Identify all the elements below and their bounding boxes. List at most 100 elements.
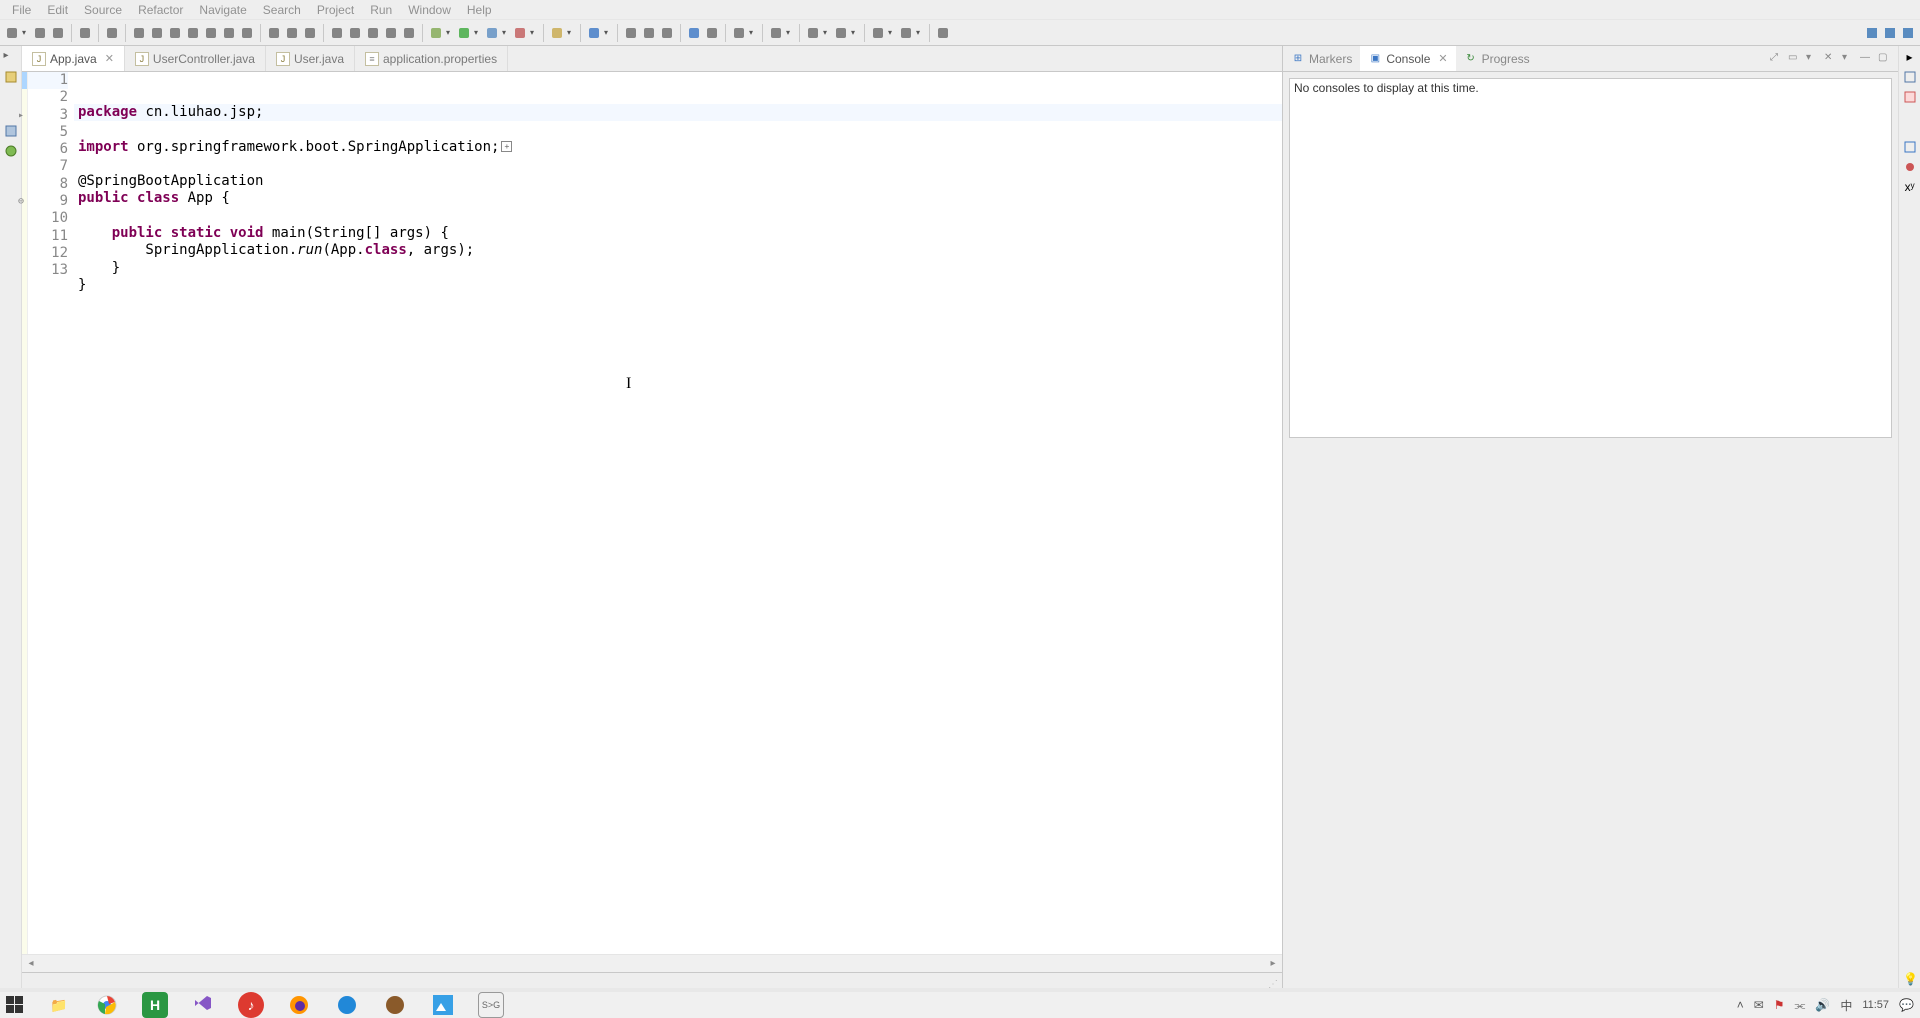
code-line[interactable]: } — [74, 260, 1282, 277]
runtoline-button[interactable] — [239, 25, 255, 41]
coverage-button[interactable] — [484, 25, 500, 41]
code-line[interactable]: public class App { — [74, 190, 1282, 207]
web-button[interactable] — [686, 25, 702, 41]
volume-icon[interactable]: 🔊 — [1815, 998, 1830, 1012]
code-line[interactable]: @SpringBootApplication — [74, 173, 1282, 190]
scroll-left-icon[interactable]: ◂ — [24, 958, 38, 969]
back-dropdown[interactable]: ▾ — [823, 27, 831, 39]
debug-button[interactable] — [428, 25, 444, 41]
stop-button[interactable] — [167, 25, 183, 41]
boot-dashboard-icon[interactable] — [4, 144, 18, 158]
app2-icon[interactable] — [382, 992, 408, 1018]
pin-icon[interactable]: ⤢ — [1770, 52, 1784, 66]
file-explorer-icon[interactable]: 📁 — [46, 992, 72, 1018]
dd-icon[interactable]: ▾ — [1806, 52, 1820, 66]
hbuilder-icon[interactable]: H — [142, 992, 168, 1018]
opentype-dropdown[interactable]: ▾ — [604, 27, 612, 39]
code-line[interactable] — [74, 208, 1282, 225]
code-line[interactable] — [74, 294, 1282, 311]
scroll-right-icon[interactable]: ▸ — [1266, 958, 1280, 969]
view-tab-markers[interactable]: ⊞Markers — [1283, 46, 1360, 71]
stepover-button[interactable] — [203, 25, 219, 41]
outline-icon[interactable] — [1903, 70, 1917, 84]
search2-button[interactable] — [659, 25, 675, 41]
tray-up-icon[interactable]: ˄ — [1737, 998, 1744, 1012]
code-line[interactable] — [74, 156, 1282, 173]
menu2-button[interactable] — [768, 25, 784, 41]
code-line[interactable]: import org.springframework.boot.SpringAp… — [74, 139, 1282, 156]
code-line[interactable]: } — [74, 277, 1282, 294]
tip-bulb-icon[interactable]: 💡 — [1903, 972, 1918, 986]
menu-run[interactable]: Run — [362, 1, 400, 19]
tb1-button[interactable] — [266, 25, 282, 41]
switch-button[interactable] — [935, 25, 951, 41]
step-button[interactable] — [185, 25, 201, 41]
outline2-icon[interactable] — [1903, 140, 1917, 154]
tb8-button[interactable] — [401, 25, 417, 41]
newpkg-button[interactable] — [549, 25, 565, 41]
editor-tab[interactable]: JApp.java✕ — [22, 46, 125, 71]
editor-tab[interactable]: JUserController.java — [125, 46, 266, 71]
run-dropdown[interactable]: ▾ — [474, 27, 482, 39]
minimize-view-icon[interactable]: ▸ — [1906, 50, 1912, 64]
save-button[interactable] — [32, 25, 48, 41]
forward2-button[interactable] — [898, 25, 914, 41]
resume-button[interactable] — [131, 25, 147, 41]
servers-icon[interactable] — [4, 124, 18, 138]
back2-button[interactable] — [870, 25, 886, 41]
code-editor[interactable]: 123▸56789⊖10111213 package cn.liuhao.jsp… — [22, 72, 1282, 954]
clock[interactable]: 11:57 — [1862, 999, 1889, 1011]
code-line[interactable]: SpringApplication.run(App.class, args); — [74, 242, 1282, 259]
opentype-button[interactable] — [586, 25, 602, 41]
task-list-icon[interactable] — [1903, 90, 1917, 104]
menu-source[interactable]: Source — [76, 1, 130, 19]
search-button[interactable] — [1864, 25, 1880, 41]
breakpoints-icon[interactable] — [1903, 160, 1917, 174]
firefox-icon[interactable] — [286, 992, 312, 1018]
forward-dropdown[interactable]: ▾ — [851, 27, 859, 39]
code-line[interactable]: package cn.liuhao.jsp; — [74, 104, 1282, 121]
menu-edit[interactable]: Edit — [39, 1, 76, 19]
netease-music-icon[interactable]: ♪ — [238, 992, 264, 1018]
coverage-dropdown[interactable]: ▾ — [502, 27, 510, 39]
saveall-button[interactable] — [50, 25, 66, 41]
newsearch-button[interactable] — [641, 25, 657, 41]
ime-icon[interactable]: 中 — [1840, 997, 1852, 1014]
mail-icon[interactable]: ✉ — [1754, 998, 1764, 1012]
remove-icon[interactable]: ✕ — [1824, 52, 1838, 66]
tb6-button[interactable] — [365, 25, 381, 41]
extrun-dropdown[interactable]: ▾ — [530, 27, 538, 39]
package-explorer-icon[interactable] — [4, 70, 18, 84]
menu1-button[interactable] — [731, 25, 747, 41]
expressions-icon[interactable]: xʸ — [1905, 180, 1915, 194]
menu-refactor[interactable]: Refactor — [130, 1, 191, 19]
menu-search[interactable]: Search — [255, 1, 309, 19]
photos-icon[interactable] — [430, 992, 456, 1018]
menu2-dropdown[interactable]: ▾ — [786, 27, 794, 39]
forward2-dropdown[interactable]: ▾ — [916, 27, 924, 39]
app-icon[interactable] — [334, 992, 360, 1018]
security-icon[interactable]: ⚑ — [1774, 998, 1785, 1012]
back2-dropdown[interactable]: ▾ — [888, 27, 896, 39]
new-button[interactable] — [4, 25, 20, 41]
editor-tab[interactable]: ≡application.properties — [355, 46, 508, 71]
tb5-button[interactable] — [347, 25, 363, 41]
tb7-button[interactable] — [383, 25, 399, 41]
view-tab-progress[interactable]: ↻Progress — [1456, 46, 1538, 71]
debug-dropdown[interactable]: ▾ — [446, 27, 454, 39]
code-line[interactable] — [74, 121, 1282, 138]
notifications-icon[interactable]: 💬 — [1899, 998, 1914, 1012]
menu-window[interactable]: Window — [400, 1, 459, 19]
menu-file[interactable]: File — [4, 1, 39, 19]
tb3-button[interactable] — [302, 25, 318, 41]
close-icon[interactable]: ✕ — [105, 52, 114, 65]
menu-navigate[interactable]: Navigate — [191, 1, 254, 19]
open-perspective-button[interactable] — [1882, 25, 1898, 41]
menu-project[interactable]: Project — [309, 1, 362, 19]
minimize-icon[interactable]: — — [1860, 52, 1874, 66]
restore-view-icon[interactable]: ▸ — [4, 50, 18, 64]
editor-tab[interactable]: JUser.java — [266, 46, 355, 71]
display-icon[interactable]: ▭ — [1788, 52, 1802, 66]
search-button[interactable] — [104, 25, 120, 41]
stepreturn-button[interactable] — [221, 25, 237, 41]
